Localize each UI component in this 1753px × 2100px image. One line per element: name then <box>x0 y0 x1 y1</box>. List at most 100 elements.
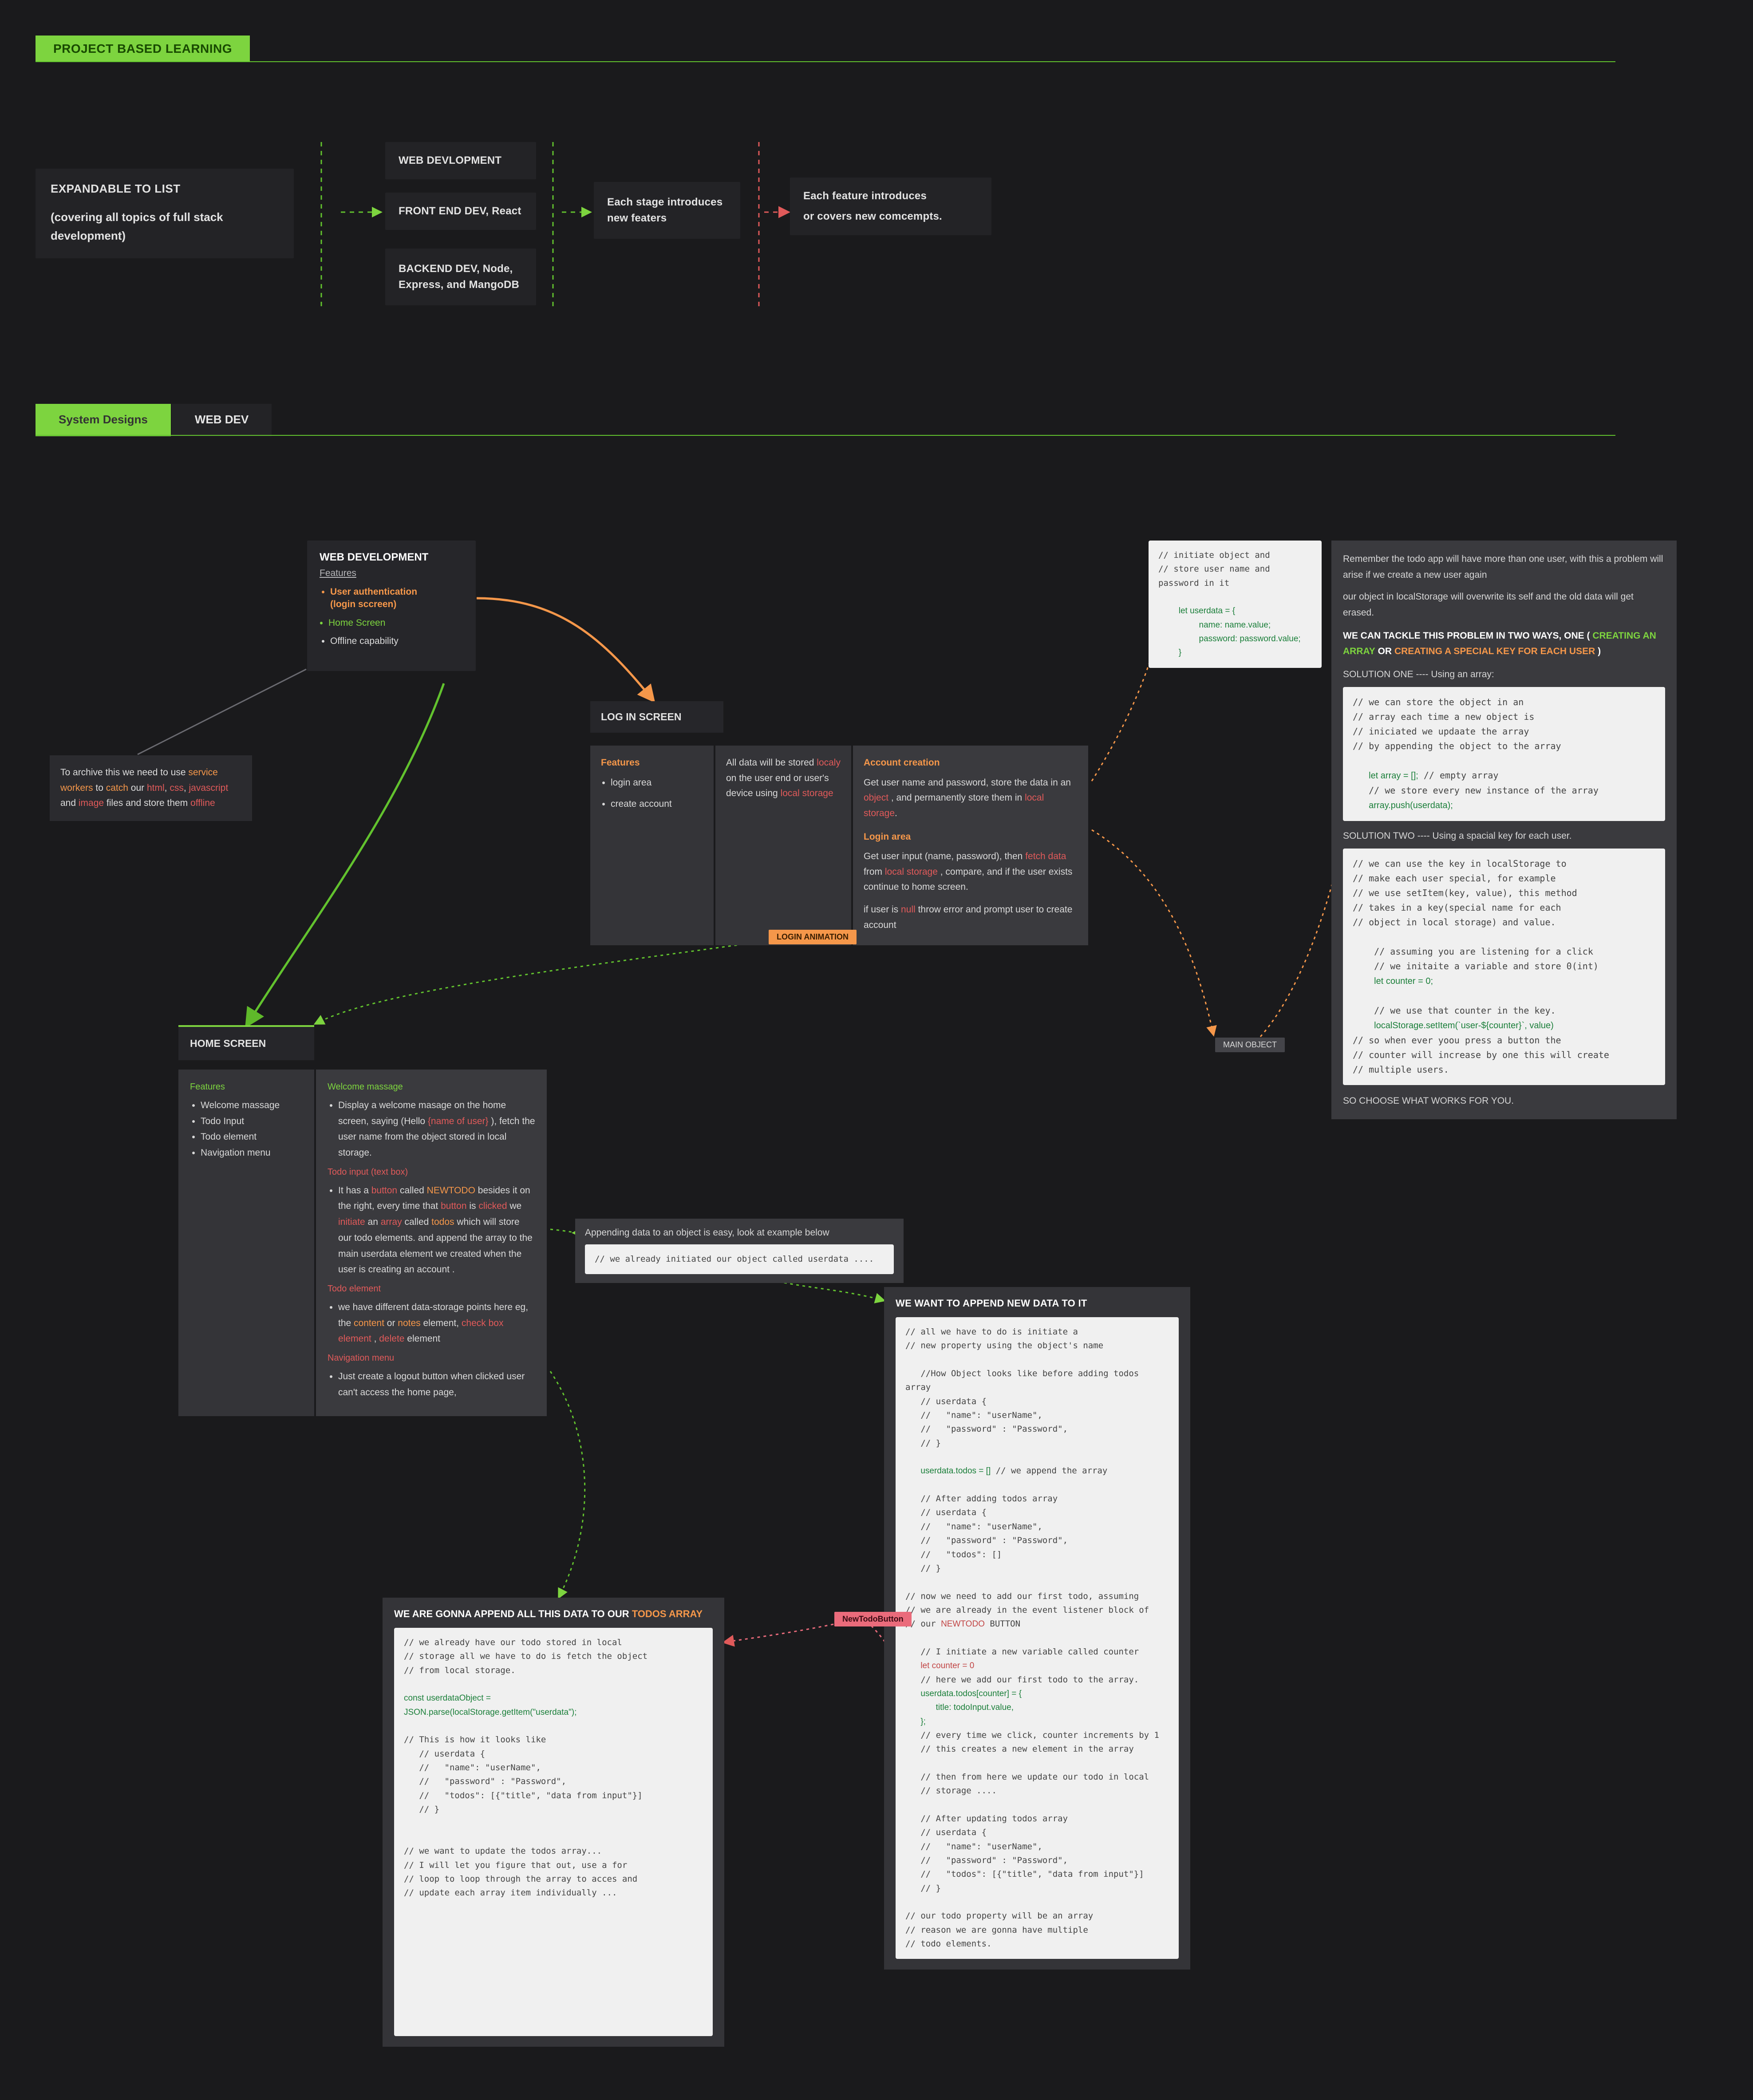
card-home-columns: Features Welcome massage Todo Input Todo… <box>178 1070 547 1416</box>
todos-hd-b: TODOS ARRAY <box>632 1608 703 1619</box>
append-bar-code: // we already initiated our object calle… <box>585 1244 894 1274</box>
code-solution1: // we can store the object in an // arra… <box>1343 687 1665 821</box>
mu-p2: our object in localStorage will overwrit… <box>1343 589 1665 620</box>
home-wm-user: {name of user} <box>428 1116 489 1126</box>
offline-off: offline <box>190 798 215 808</box>
card-web-development: WEB DEVELOPMENT Features User authentica… <box>307 541 476 671</box>
offline-css: css <box>170 783 184 793</box>
ti-button2: button <box>441 1201 466 1211</box>
tab-system-designs[interactable]: System Designs <box>36 404 171 436</box>
home-nm-h: Navigation menu <box>328 1353 535 1363</box>
lc3-obj: object <box>864 793 888 803</box>
append-bar-text: Appending data to an object is easy, loo… <box>585 1228 894 1238</box>
node-intro: EXPANDABLE TO LIST (covering all topics … <box>36 169 294 258</box>
te-c: element, <box>423 1318 462 1328</box>
ti-g: called <box>404 1217 431 1227</box>
node-feature-l2: or covers new comcempts. <box>803 210 978 223</box>
mu-p3-a: WE CAN TACKLE THIS PROBLEM IN TWO WAYS, … <box>1343 631 1592 641</box>
lc3-null-word: null <box>901 904 916 915</box>
chip-new-todo-button: NewTodoButton <box>834 1612 912 1626</box>
login-li2: create account <box>611 797 703 812</box>
node-frontend: FRONT END DEV, React <box>385 193 536 230</box>
node-backend: BACKEND DEV, Node, Express, and MangoDB <box>385 249 536 305</box>
ti-f: an <box>368 1217 381 1227</box>
tab-bar: System DesignsWEB DEV <box>36 404 272 436</box>
ti-d: is <box>469 1201 478 1211</box>
offline-img: image <box>79 798 104 808</box>
lc2-ls: local storage <box>781 788 833 798</box>
feature-auth: User authentication (login sccreen) <box>330 586 463 611</box>
panel-todos-array: WE ARE GONNA APPEND ALL THIS DATA TO OUR… <box>383 1598 724 2047</box>
home-col-features: Features Welcome massage Todo Input Todo… <box>178 1070 314 1416</box>
login-col-h: Features <box>601 755 703 771</box>
ti-a: It has a <box>338 1185 371 1196</box>
home-f4: Navigation menu <box>201 1145 303 1161</box>
todos-hd-a: WE ARE GONNA APPEND ALL THIS DATA TO OUR <box>394 1608 632 1619</box>
home-ti-h: Todo input (text box) <box>328 1167 535 1177</box>
home-nm-body: Just create a logout button when clicked… <box>338 1369 535 1400</box>
ti-array: array <box>381 1217 402 1227</box>
te-d: , <box>374 1334 379 1344</box>
intro-line2: (covering all topics of full stack devel… <box>51 208 279 245</box>
lc3-acc-h: Account creation <box>864 755 1078 771</box>
mu-foot: SO CHOOSE WHAT WORKS FOR YOU. <box>1343 1093 1665 1109</box>
lc2-locally: localy <box>817 758 841 768</box>
lc3-acc-body: Get user name and password, store the da… <box>864 775 1078 821</box>
code-init-object: // initiate object and // store user nam… <box>1149 541 1322 668</box>
offline-mid3: files and store them <box>107 798 190 808</box>
ti-button1: button <box>371 1185 397 1196</box>
login-col-features: Features login area create account <box>590 746 714 945</box>
tab-web-dev[interactable]: WEB DEV <box>172 404 272 436</box>
login-col-storage: All data will be stored localy on the us… <box>715 746 851 945</box>
te-content: content <box>354 1318 384 1328</box>
offline-html: html <box>147 783 165 793</box>
diagram-canvas: PROJECT BASED LEARNING EXPANDABLE TO LIS… <box>0 0 1753 2100</box>
lc3-null: if user is null throw error and prompt u… <box>864 902 1078 933</box>
lc2-a: All data will be stored <box>726 758 817 768</box>
home-f1: Welcome massage <box>201 1097 303 1113</box>
header-rule <box>36 61 1615 62</box>
code-solution2: // we can use the key in localStorage to… <box>1343 849 1665 1085</box>
mu-s2-h: SOLUTION TWO ---- Using a spacial key fo… <box>1343 828 1665 844</box>
offline-mid1: to <box>95 783 106 793</box>
offline-catch: catch <box>106 783 128 793</box>
home-ti-body: It has a button called NEWTODO besides i… <box>338 1183 535 1278</box>
chip-login-animation: LOGIN ANIMATION <box>769 930 857 944</box>
offline-js: javascript <box>189 783 228 793</box>
card-home-title: HOME SCREEN <box>178 1025 314 1060</box>
offline-pre: To archive this we need to use <box>60 767 188 778</box>
lc3-fetch: fetch data <box>1025 851 1066 861</box>
ti-todos: todos <box>431 1217 454 1227</box>
te-notes: notes <box>398 1318 420 1328</box>
card-login-columns: Features login area create account All d… <box>590 746 1088 945</box>
lc3-la-t2: from <box>864 867 885 877</box>
lc3-la-t1: Get user input (name, password), then <box>864 851 1025 861</box>
node-webdev: WEB DEVLOPMENT <box>385 142 536 179</box>
lc3-la-h: Login area <box>864 829 1078 845</box>
card-feature-list: User authentication (login sccreen) Home… <box>307 586 476 654</box>
login-li1: login area <box>611 775 703 791</box>
te-b: or <box>387 1318 398 1328</box>
home-wm-h: Welcome massage <box>328 1082 535 1092</box>
home-wm-body: Display a welcome masage on the home scr… <box>338 1097 535 1161</box>
mu-p1: Remember the todo app will have more tha… <box>1343 551 1665 583</box>
lc3-acc-t1: Get user name and password, store the da… <box>864 778 1071 788</box>
feature-auth-l2: (login sccreen) <box>330 599 396 609</box>
node-frontend-label: FRONT END DEV, React <box>399 205 523 217</box>
append-panel-hd: WE WANT TO APPEND NEW DATA TO IT <box>896 1298 1179 1309</box>
home-col-details: Welcome massage Display a welcome masage… <box>316 1070 547 1416</box>
card-title: WEB DEVELOPMENT <box>307 541 476 568</box>
node-webdev-label: WEB DEVLOPMENT <box>399 154 523 167</box>
ti-newtodo: NEWTODO <box>427 1185 475 1196</box>
panel-append-bar: Appending data to an object is easy, loo… <box>575 1219 904 1283</box>
login-col-details: Account creation Get user name and passw… <box>853 746 1088 945</box>
card-features-label: Features <box>307 568 476 583</box>
mu-s1-h: SOLUTION ONE ---- Using an array: <box>1343 667 1665 683</box>
append-panel-code: // all we have to do is initiate a // ne… <box>896 1317 1179 1959</box>
home-te-h: Todo element <box>328 1284 535 1294</box>
panel-multi-user: Remember the todo app will have more tha… <box>1331 541 1677 1119</box>
todos-panel-code: // we already have our todo stored in lo… <box>394 1628 713 2036</box>
note-offline: To archive this we need to use service w… <box>50 755 252 821</box>
mu-p3-r: CREATING A SPECIAL KEY FOR EACH USER <box>1394 646 1595 656</box>
chip-main-object: MAIN OBJECT <box>1215 1038 1285 1052</box>
